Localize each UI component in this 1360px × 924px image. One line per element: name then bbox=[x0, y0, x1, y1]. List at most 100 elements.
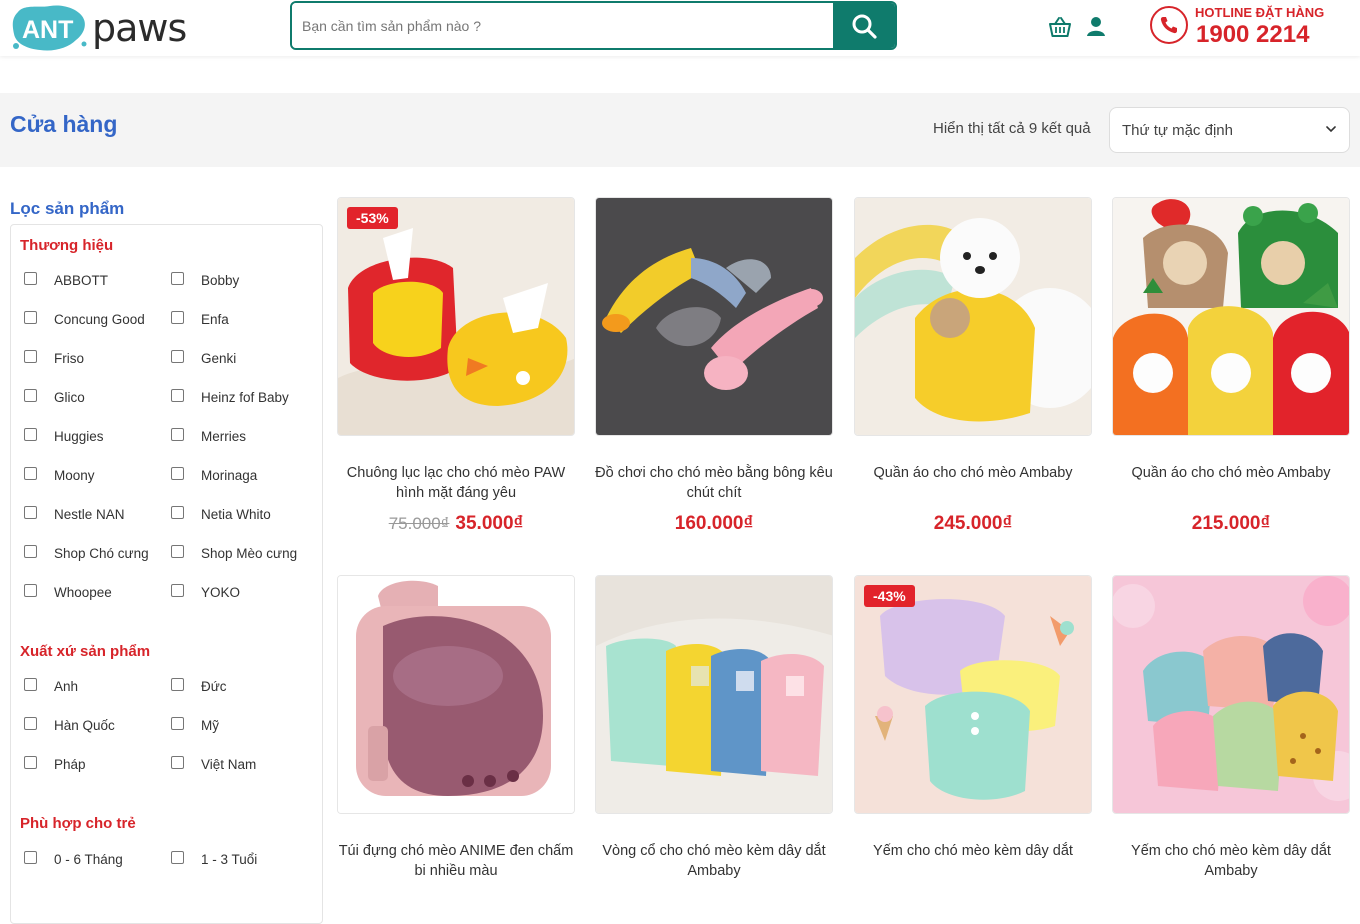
filter-option[interactable]: 1 - 3 Tuổi bbox=[171, 850, 257, 867]
product-card[interactable]: -43% Yếm cho chó mèo kèm dây dắt bbox=[854, 575, 1092, 859]
filter-option[interactable]: Friso bbox=[24, 349, 84, 366]
product-price: 215.000₫ bbox=[1112, 513, 1350, 535]
product-name[interactable]: Chuông lục lạc cho chó mèo PAW hình mặt … bbox=[337, 463, 575, 503]
price: 160.000₫ bbox=[674, 513, 754, 534]
checkbox[interactable] bbox=[24, 545, 37, 558]
checkbox[interactable] bbox=[24, 717, 37, 730]
checkbox[interactable] bbox=[171, 272, 184, 285]
filter-option[interactable]: Glico bbox=[24, 388, 85, 405]
hotline-label: HOTLINE ĐẶT HÀNG bbox=[1195, 5, 1325, 20]
checkbox[interactable] bbox=[171, 851, 184, 864]
checkbox[interactable] bbox=[171, 311, 184, 324]
filter-panel: Thương hiệu ABBOTT Bobby Concung Good En… bbox=[10, 224, 323, 924]
product-image[interactable]: -43% bbox=[854, 575, 1092, 814]
filter-option[interactable]: Hàn Quốc bbox=[24, 716, 115, 733]
checkbox[interactable] bbox=[24, 506, 37, 519]
product-card[interactable]: Quần áo cho chó mèo Ambaby 245.000₫ bbox=[854, 197, 1092, 534]
filter-option[interactable]: Whoopee bbox=[24, 583, 112, 600]
search-input[interactable] bbox=[292, 3, 833, 48]
product-name[interactable]: Đồ chơi cho chó mèo bằng bông kêu chút c… bbox=[595, 463, 833, 503]
product-name[interactable]: Quần áo cho chó mèo Ambaby bbox=[1112, 463, 1350, 483]
product-name[interactable]: Quần áo cho chó mèo Ambaby bbox=[854, 463, 1092, 483]
filter-option[interactable]: Shop Mèo cưng bbox=[171, 544, 297, 561]
checkbox[interactable] bbox=[24, 272, 37, 285]
product-name[interactable]: Túi đựng chó mèo ANIME đen chấm bi nhiều… bbox=[337, 841, 575, 881]
checkbox[interactable] bbox=[171, 389, 184, 402]
filter-option[interactable]: Huggies bbox=[24, 427, 104, 444]
checkbox[interactable] bbox=[24, 350, 37, 363]
page-title: Cửa hàng bbox=[10, 111, 118, 137]
sort-select[interactable]: Thứ tự mặc định bbox=[1109, 107, 1350, 153]
filter-option[interactable]: Anh bbox=[24, 677, 78, 694]
user-icon[interactable] bbox=[1085, 15, 1109, 39]
filter-option[interactable]: Morinaga bbox=[171, 466, 257, 483]
filter-option[interactable]: Việt Nam bbox=[171, 755, 256, 772]
product-card[interactable]: Yếm cho chó mèo kèm dây dắt Ambaby bbox=[1112, 575, 1350, 879]
result-count: Hiển thị tất cả 9 kết quả bbox=[933, 120, 1091, 137]
checkbox[interactable] bbox=[24, 311, 37, 324]
checkbox[interactable] bbox=[171, 584, 184, 597]
hotline[interactable]: HOTLINE ĐẶT HÀNG 1900 2214 bbox=[1150, 5, 1355, 49]
filter-option[interactable]: Shop Chó cưng bbox=[24, 544, 149, 561]
product-card[interactable]: Vòng cổ cho chó mèo kèm dây dắt Ambaby bbox=[595, 575, 833, 879]
filter-option[interactable]: Concung Good bbox=[24, 310, 145, 327]
product-image[interactable] bbox=[1112, 575, 1350, 814]
checkbox[interactable] bbox=[171, 467, 184, 480]
hotline-number[interactable]: 1900 2214 bbox=[1196, 21, 1309, 49]
checkbox[interactable] bbox=[171, 506, 184, 519]
checkbox[interactable] bbox=[171, 678, 184, 691]
filter-option[interactable]: Moony bbox=[24, 466, 95, 483]
checkbox[interactable] bbox=[24, 678, 37, 691]
product-name[interactable]: Vòng cổ cho chó mèo kèm dây dắt Ambaby bbox=[595, 841, 833, 881]
chevron-down-icon bbox=[1326, 126, 1336, 133]
checkbox[interactable] bbox=[24, 851, 37, 864]
filter-option[interactable]: Enfa bbox=[171, 310, 229, 327]
product-card[interactable]: -53% Chuông lục lạc cho chó mèo PAW hình… bbox=[337, 197, 575, 534]
product-name[interactable]: Yếm cho chó mèo kèm dây dắt Ambaby bbox=[1112, 841, 1350, 881]
product-image[interactable] bbox=[1112, 197, 1350, 436]
product-card[interactable]: Túi đựng chó mèo ANIME đen chấm bi nhiều… bbox=[337, 575, 575, 879]
product-image[interactable] bbox=[595, 575, 833, 814]
checkbox[interactable] bbox=[24, 584, 37, 597]
product-image[interactable] bbox=[337, 575, 575, 814]
filter-option[interactable]: Heinz fof Baby bbox=[171, 388, 289, 405]
product-name[interactable]: Yếm cho chó mèo kèm dây dắt bbox=[854, 841, 1092, 861]
checkbox[interactable] bbox=[24, 467, 37, 480]
product-image[interactable] bbox=[854, 197, 1092, 436]
filter-option[interactable]: 0 - 6 Tháng bbox=[24, 850, 123, 867]
basket-icon[interactable] bbox=[1048, 15, 1072, 39]
checkbox[interactable] bbox=[171, 717, 184, 730]
search-icon bbox=[852, 14, 877, 39]
logo[interactable]: ANT paws bbox=[10, 2, 187, 54]
price: 215.000₫ bbox=[1191, 513, 1271, 534]
filter-option[interactable]: YOKO bbox=[171, 583, 240, 600]
filter-option[interactable]: Bobby bbox=[171, 271, 239, 288]
checkbox[interactable] bbox=[171, 428, 184, 441]
discount-badge: -53% bbox=[347, 207, 398, 229]
product-image[interactable]: -53% bbox=[337, 197, 575, 436]
search-button[interactable] bbox=[833, 3, 895, 48]
filter-option[interactable]: Nestle NAN bbox=[24, 505, 125, 522]
filter-heading: Lọc sản phẩm bbox=[10, 199, 125, 218]
svg-text:ANT: ANT bbox=[22, 16, 73, 44]
filter-option[interactable]: ABBOTT bbox=[24, 271, 108, 288]
filter-option[interactable]: Merries bbox=[171, 427, 246, 444]
sale-price: 35.000₫ bbox=[455, 513, 524, 534]
product-card[interactable]: Đồ chơi cho chó mèo bằng bông kêu chút c… bbox=[595, 197, 833, 534]
filter-option[interactable]: Pháp bbox=[24, 755, 86, 772]
checkbox[interactable] bbox=[171, 756, 184, 769]
old-price: 75.000₫ bbox=[388, 514, 450, 533]
filter-option[interactable]: Genki bbox=[171, 349, 236, 366]
checkbox[interactable] bbox=[171, 545, 184, 558]
search-bar bbox=[290, 1, 897, 50]
product-card[interactable]: Quần áo cho chó mèo Ambaby 215.000₫ bbox=[1112, 197, 1350, 534]
filter-option[interactable]: Mỹ bbox=[171, 716, 219, 733]
checkbox[interactable] bbox=[171, 350, 184, 363]
filter-option[interactable]: Đức bbox=[171, 677, 227, 694]
checkbox[interactable] bbox=[24, 389, 37, 402]
checkbox[interactable] bbox=[24, 756, 37, 769]
checkbox[interactable] bbox=[24, 428, 37, 441]
product-image[interactable] bbox=[595, 197, 833, 436]
product-price: 245.000₫ bbox=[854, 513, 1092, 535]
filter-option[interactable]: Netia Whito bbox=[171, 505, 271, 522]
